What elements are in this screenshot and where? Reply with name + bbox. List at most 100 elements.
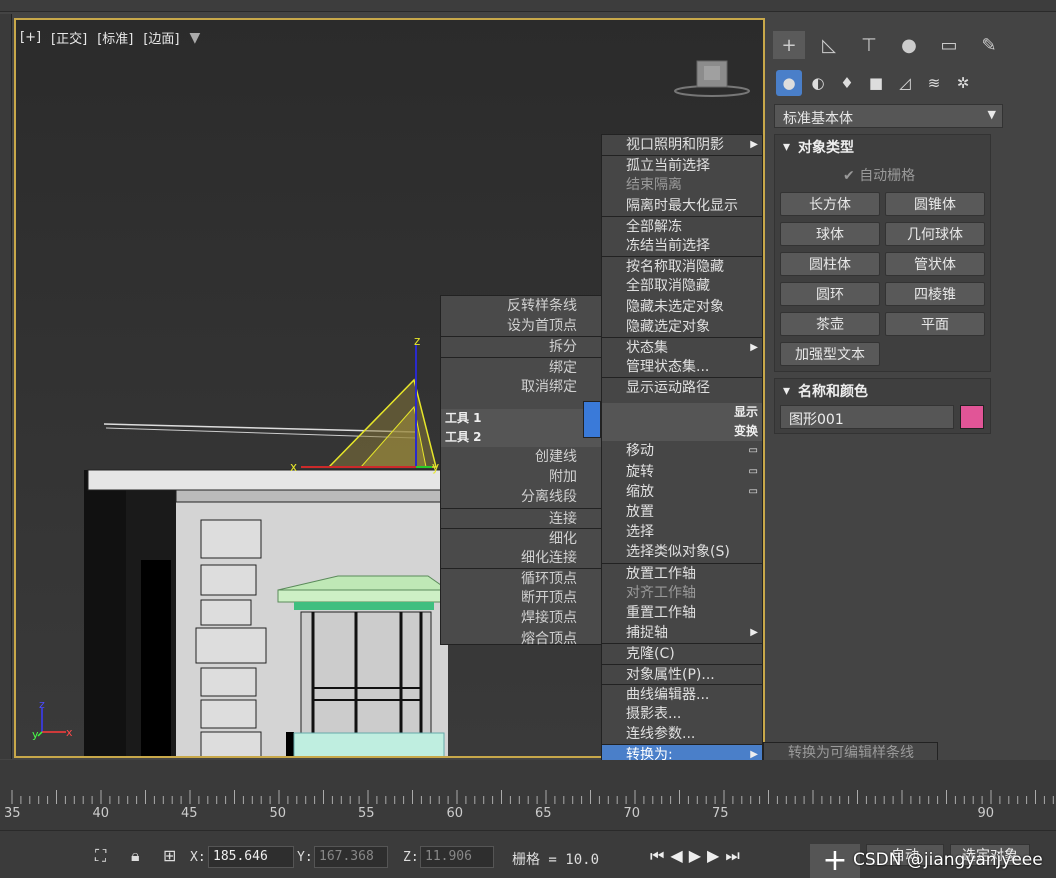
transform-menu-item[interactable]: 选择: [602, 522, 762, 542]
tools2-menu-item[interactable]: 创建线: [441, 447, 601, 467]
category-dropdown[interactable]: 标准基本体 ▼: [774, 104, 1003, 128]
pyramid-button[interactable]: 四棱锥: [885, 282, 985, 306]
collapse-triangle-icon: ▾: [783, 139, 791, 155]
transform-menu-item[interactable]: 选择类似对象(S): [602, 542, 762, 562]
transform-menu-item[interactable]: 连线参数...: [602, 724, 762, 744]
torus-button[interactable]: 圆环: [780, 282, 880, 306]
transform-menu-item[interactable]: 缩放 ▭: [602, 482, 762, 502]
z-coordinate-field[interactable]: 11.906: [420, 846, 494, 868]
settings-box-icon[interactable]: ▭: [749, 482, 758, 502]
transform-menu-item[interactable]: 对象属性(P)...: [602, 663, 762, 684]
playback-controls[interactable]: ⏮◀▶▶⏭: [650, 846, 746, 866]
teapot-button[interactable]: 茶壶: [780, 312, 880, 336]
lights-icon[interactable]: ♦: [834, 70, 860, 96]
cylinder-button[interactable]: 圆柱体: [780, 252, 880, 276]
helpers-icon[interactable]: ◿: [892, 70, 918, 96]
modify-tab-icon[interactable]: ◺: [813, 31, 845, 59]
tube-button[interactable]: 管状体: [885, 252, 985, 276]
hierarchy-tab-icon[interactable]: ⊤: [853, 31, 885, 59]
y-coordinate-field[interactable]: 167.368: [314, 846, 388, 868]
create-tab-plus-icon[interactable]: +: [773, 31, 805, 59]
display-menu-item[interactable]: 孤立当前选择: [602, 155, 762, 175]
transform-menu-item-label: 连线参数...: [626, 726, 696, 743]
transform-menu-item[interactable]: 捕捉轴 ▶: [602, 623, 762, 643]
transform-menu-item-label: 曲线编辑器...: [626, 686, 710, 703]
transform-menu-item[interactable]: 对齐工作轴: [602, 583, 762, 603]
tools2-menu-item[interactable]: 循环顶点: [441, 568, 601, 588]
transform-menu-item[interactable]: 曲线编辑器...: [602, 683, 762, 704]
tools1-menu-item[interactable]: 设为首顶点: [441, 316, 601, 336]
display-menu-item[interactable]: 结束隔离: [602, 175, 762, 195]
time-ruler[interactable]: [0, 788, 1056, 808]
display-menu-item[interactable]: 按名称取消隐藏: [602, 256, 762, 276]
tools2-menu-item[interactable]: 附加: [441, 467, 601, 487]
prev-frame-icon[interactable]: ◀: [670, 846, 688, 865]
object-name-input[interactable]: 图形001: [780, 405, 954, 429]
tools1-menu-item[interactable]: 绑定: [441, 356, 601, 377]
tools2-menu-item[interactable]: 焊接顶点: [441, 608, 601, 628]
isolate-selection-icon[interactable]: ⛶: [95, 846, 106, 866]
textplus-button[interactable]: 加强型文本: [780, 342, 880, 366]
display-menu-item[interactable]: 冻结当前选择: [602, 236, 762, 256]
x-coordinate-field[interactable]: 185.646: [208, 846, 294, 868]
object-color-swatch[interactable]: [960, 405, 984, 429]
display-menu-item[interactable]: 管理状态集...: [602, 357, 762, 377]
object-type-header[interactable]: ▾ 对象类型: [775, 135, 990, 159]
tools1-menu-item[interactable]: 反转样条线: [441, 296, 601, 316]
tools2-menu-item[interactable]: 细化: [441, 527, 601, 548]
quad-left-bottom-list: 创建线 附加 分离线段 连接 细化 细化连接 循环顶点 断开顶点 焊接顶点 熔合顶点: [441, 447, 601, 649]
sphere-button[interactable]: 球体: [780, 222, 880, 246]
display-menu-item[interactable]: 全部取消隐藏: [602, 276, 762, 296]
display-menu-item[interactable]: 隔离时最大化显示: [602, 196, 762, 216]
display-menu-item[interactable]: 全部解冻: [602, 215, 762, 236]
display-menu-item[interactable]: 状态集 ▶: [602, 336, 762, 357]
ruler-number: 65: [535, 806, 552, 821]
next-frame-icon[interactable]: ▶: [707, 846, 725, 865]
y-label: Y:: [297, 850, 313, 865]
lock-icon[interactable]: 🔒︎: [131, 846, 140, 866]
tools2-menu-item[interactable]: 细化连接: [441, 548, 601, 568]
auto-grid-checkbox[interactable]: ✔ 自动栅格: [843, 165, 915, 185]
box-button[interactable]: 长方体: [780, 192, 880, 216]
cameras-icon[interactable]: ■: [863, 70, 889, 96]
transform-menu-item-label: 选择类似对象(S): [626, 544, 730, 561]
display-tab-icon[interactable]: ▭: [933, 31, 965, 59]
display-menu-item-label: 管理状态集...: [626, 359, 710, 376]
play-icon[interactable]: ▶: [689, 846, 707, 865]
transform-menu-item[interactable]: 旋转 ▭: [602, 462, 762, 482]
motion-tab-icon[interactable]: ●: [893, 31, 925, 59]
tools2-menu-item[interactable]: 连接: [441, 507, 601, 528]
transform-menu-item[interactable]: 克隆(C): [602, 643, 762, 663]
absolute-mode-icon[interactable]: ⊞: [163, 846, 176, 865]
systems-icon[interactable]: ✲: [950, 70, 976, 96]
display-menu-item[interactable]: 视口照明和阴影 ▶: [602, 135, 762, 155]
display-menu-item[interactable]: 隐藏未选定对象: [602, 297, 762, 317]
display-menu-item[interactable]: 隐藏选定对象: [602, 317, 762, 337]
utilities-tab-wrench-icon[interactable]: ✎: [973, 31, 1005, 59]
geometry-sphere-icon[interactable]: ●: [776, 70, 802, 96]
geosphere-button[interactable]: 几何球体: [885, 222, 985, 246]
plane-button[interactable]: 平面: [885, 312, 985, 336]
display-menu-item[interactable]: 显示运动路径: [602, 377, 762, 397]
tools2-menu-item[interactable]: 熔合顶点: [441, 629, 601, 649]
goto-end-icon[interactable]: ⏭: [725, 846, 745, 865]
goto-start-icon[interactable]: ⏮: [650, 846, 670, 865]
transform-menu-item-label: 捕捉轴: [626, 625, 668, 642]
transform-menu-item[interactable]: 移动 ▭: [602, 441, 762, 461]
tools2-menu-item[interactable]: 断开顶点: [441, 588, 601, 608]
shapes-icon[interactable]: ◐: [805, 70, 831, 96]
settings-box-icon[interactable]: ▭: [749, 441, 758, 461]
settings-box-icon[interactable]: ▭: [749, 462, 758, 482]
transform-menu-item[interactable]: 摄影表...: [602, 704, 762, 724]
tools1-menu-item[interactable]: 取消绑定: [441, 377, 601, 397]
ruler-number: 45: [181, 806, 198, 821]
transform-menu-item[interactable]: 放置: [602, 502, 762, 522]
transform-menu-item[interactable]: 放置工作轴: [602, 562, 762, 583]
ruler-number: 75: [712, 806, 729, 821]
name-color-header[interactable]: ▾ 名称和颜色: [775, 379, 990, 403]
cone-button[interactable]: 圆锥体: [885, 192, 985, 216]
spacewarps-icon[interactable]: ≋: [921, 70, 947, 96]
tools2-menu-item[interactable]: 分离线段: [441, 487, 601, 507]
tools1-menu-item[interactable]: 拆分: [441, 336, 601, 356]
transform-menu-item[interactable]: 重置工作轴: [602, 603, 762, 623]
